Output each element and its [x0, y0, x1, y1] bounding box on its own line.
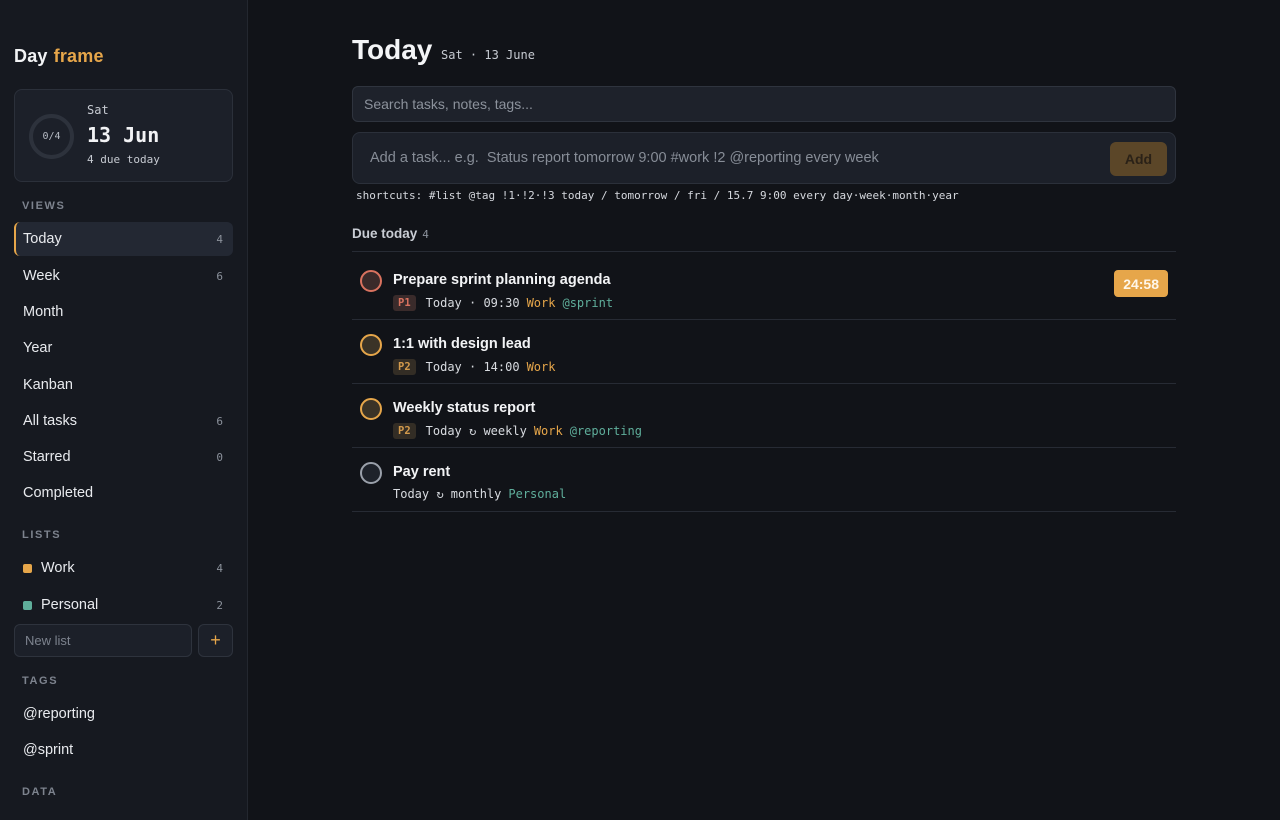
day-of-week: Sat: [87, 103, 109, 117]
task-list: Work: [526, 296, 556, 310]
list-item-count: 4: [216, 561, 223, 575]
add-list-button[interactable]: +: [198, 624, 233, 657]
task-list: Work: [526, 360, 556, 374]
task-list: Personal: [508, 487, 567, 501]
nav-item-month[interactable]: Month: [14, 295, 233, 329]
due-count-text: 4 due today: [87, 153, 160, 166]
priority-badge: P1: [393, 295, 416, 311]
task-row[interactable]: Pay rent Today ↻ monthly Personal: [352, 448, 1176, 512]
list-color-dot: [23, 600, 32, 610]
list-item-count: 2: [216, 598, 223, 612]
nav-item-all-tasks[interactable]: All tasks 6: [14, 404, 233, 438]
lists-section-label: LISTS: [22, 529, 62, 541]
task-row[interactable]: Weekly status report P2 Today ↻ weekly W…: [352, 384, 1176, 448]
group-count: 4: [422, 228, 429, 241]
nav-item-count: 0: [216, 450, 223, 464]
task-meta: P2 Today ↻ weekly Work @reporting: [393, 423, 642, 439]
task-title: Pay rent: [393, 464, 451, 480]
nav-item-count: 4: [216, 232, 223, 246]
task-title: 1:1 with design lead: [393, 336, 531, 352]
progress-ring: 0/4: [29, 114, 74, 159]
data-section-label: DATA: [22, 786, 58, 798]
page-title: Today: [352, 34, 433, 65]
new-list-input[interactable]: [14, 624, 192, 657]
brand-name-accent: frame: [53, 46, 104, 66]
nav-item-year[interactable]: Year: [14, 331, 233, 365]
list-item-label: Work: [41, 560, 75, 576]
tags-section-label: TAGS: [22, 675, 59, 687]
task-meta: Today ↻ monthly Personal: [393, 487, 566, 501]
nav-item-label: Year: [23, 340, 53, 356]
task-checkbox[interactable]: [360, 398, 382, 420]
timer-badge[interactable]: 24:58: [1114, 270, 1168, 297]
nav-item-week[interactable]: Week 6: [14, 259, 233, 293]
task-when: Today ↻ monthly: [393, 487, 502, 501]
list-item-work[interactable]: Work 4: [14, 551, 233, 585]
add-task-input[interactable]: [353, 133, 1103, 183]
priority-badge: P2: [393, 359, 416, 375]
nav-item-label: Month: [23, 304, 64, 320]
app-logo: Day frame: [14, 46, 104, 67]
list-item-personal[interactable]: Personal 2: [14, 588, 233, 622]
nav-item-label: Starred: [23, 449, 71, 465]
group-title: Due today: [352, 226, 418, 241]
nav-item-today[interactable]: Today 4: [14, 222, 233, 256]
tag-item-sprint[interactable]: @sprint: [14, 733, 233, 767]
tag-item-label: @sprint: [23, 742, 74, 758]
tag-item-label: @reporting: [23, 706, 95, 722]
add-task-bar: Add: [352, 132, 1176, 184]
task-row[interactable]: Prepare sprint planning agenda P1 Today …: [352, 256, 1176, 320]
task-title: Prepare sprint planning agenda: [393, 272, 611, 288]
task-when: Today ↻ weekly: [425, 424, 527, 438]
nav-item-count: 6: [216, 269, 223, 283]
nav-item-kanban[interactable]: Kanban: [14, 368, 233, 402]
views-section-label: VIEWS: [22, 200, 66, 212]
nav-item-count: 6: [216, 414, 223, 428]
nav-item-label: Today: [23, 231, 62, 247]
priority-badge: P2: [393, 423, 416, 439]
nav-item-label: Completed: [23, 485, 94, 501]
brand-name: Day: [14, 46, 48, 66]
nav-item-label: Week: [23, 268, 60, 284]
list-item-label: Personal: [41, 597, 99, 613]
nav-item-label: All tasks: [23, 413, 77, 429]
task-list: Work: [533, 424, 563, 438]
task-meta: P2 Today · 14:00 Work: [393, 359, 555, 375]
page-subtitle-date: Sat · 13 June: [441, 48, 535, 62]
task-checkbox[interactable]: [360, 462, 382, 484]
search-input[interactable]: [352, 86, 1176, 122]
nav-item-label: Kanban: [23, 377, 73, 393]
task-when: Today · 14:00: [425, 360, 520, 374]
divider: [352, 251, 1176, 252]
shortcuts-hint: shortcuts: #list @tag !1·!2·!3 today / t…: [356, 189, 959, 202]
day-date: 13 Jun: [87, 123, 160, 147]
list-color-dot: [23, 563, 32, 573]
add-task-button[interactable]: Add: [1110, 142, 1167, 176]
nav-item-completed[interactable]: Completed: [14, 476, 233, 510]
task-when: Today · 09:30: [425, 296, 520, 310]
sidebar: Day frame 0/4 Sat 13 Jun 4 due today VIEW…: [0, 0, 248, 820]
task-checkbox[interactable]: [360, 270, 382, 292]
task-meta: P1 Today · 09:30 Work @sprint: [393, 295, 613, 311]
task-checkbox[interactable]: [360, 334, 382, 356]
nav-item-starred[interactable]: Starred 0: [14, 440, 233, 474]
task-tag: @sprint: [562, 296, 614, 310]
task-tag: @reporting: [569, 424, 642, 438]
task-title: Weekly status report: [393, 400, 536, 416]
day-summary-card: 0/4 Sat 13 Jun 4 due today: [14, 89, 233, 182]
tag-item-reporting[interactable]: @reporting: [14, 697, 233, 731]
task-row[interactable]: 1:1 with design lead P2 Today · 14:00 Wo…: [352, 320, 1176, 384]
group-header-due-today: Due today 4: [352, 226, 429, 241]
